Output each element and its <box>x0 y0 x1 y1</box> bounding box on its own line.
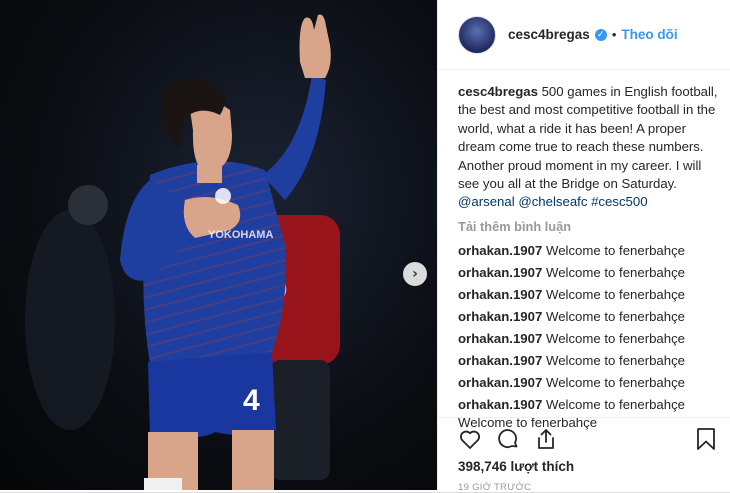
post-photo[interactable]: 5 YOKOHAMA 4 <box>0 0 437 490</box>
heart-icon[interactable] <box>458 427 482 451</box>
comment-author-link[interactable]: orhakan.1907 <box>458 331 542 346</box>
comment-text: Welcome to fenerbahçe <box>545 397 686 413</box>
comments-section: cesc4bregas 500 games in English footbal… <box>458 83 718 432</box>
verified-badge-icon: ✓ <box>594 28 607 41</box>
comment-author-link[interactable]: orhakan.1907 <box>458 287 542 302</box>
follow-button[interactable]: Theo dõi <box>621 27 677 42</box>
comment-list: orhakan.1907 Welcome to fenerbahçe orhak… <box>458 240 718 432</box>
comment-item: orhakan.1907 Welcome to fenerbahçe <box>458 328 718 350</box>
caption-text: 500 games in English football, the best … <box>458 84 718 192</box>
instagram-post: 5 YOKOHAMA 4 <box>0 0 730 493</box>
comment-item: orhakan.1907 Welcome to fenerbahçe <box>458 284 718 306</box>
avatar[interactable] <box>458 15 496 54</box>
comment-text: Welcome to fenerbahçe <box>545 375 686 391</box>
comment-text: Welcome to fenerbahçe <box>545 243 686 259</box>
post-header: cesc4bregas ✓ • Theo dõi <box>438 0 730 70</box>
comment-text: Welcome to fenerbahçe <box>545 265 686 281</box>
comment-text: Welcome to fenerbahçe <box>545 353 686 369</box>
comment-icon[interactable] <box>496 427 520 451</box>
comment-text: Welcome to fenerbahçe <box>545 331 686 347</box>
comment-item: orhakan.1907 Welcome to fenerbahçe <box>458 306 718 328</box>
comment-author-link[interactable]: orhakan.1907 <box>458 375 542 390</box>
next-photo-button[interactable]: › <box>403 262 427 286</box>
chevron-right-icon: › <box>412 266 418 282</box>
comment-author-link[interactable]: orhakan.1907 <box>458 309 542 324</box>
post-timestamp[interactable]: 19 GIỜ TRƯỚC <box>458 482 531 493</box>
like-count[interactable]: 398,746 lượt thích <box>458 459 574 474</box>
comment-author-link[interactable]: orhakan.1907 <box>458 397 542 412</box>
load-more-comments-button[interactable]: Tải thêm bình luận <box>458 218 718 236</box>
comment-author-link[interactable]: orhakan.1907 <box>458 243 542 258</box>
separator-dot: • <box>611 27 617 42</box>
caption-author-link[interactable]: cesc4bregas <box>458 84 538 99</box>
comment-item: orhakan.1907 Welcome to fenerbahçe <box>458 240 718 262</box>
svg-text:YOKOHAMA: YOKOHAMA <box>208 229 273 241</box>
player-illustration: 5 YOKOHAMA 4 <box>25 14 340 490</box>
tag-link[interactable]: @arsenal <box>458 194 515 209</box>
comment-item: orhakan.1907 Welcome to fenerbahçe <box>458 262 718 284</box>
comment-item: orhakan.1907 Welcome to fenerbahçe <box>458 394 718 416</box>
share-icon[interactable] <box>534 427 558 451</box>
hashtag-link[interactable]: #cesc500 <box>591 194 647 209</box>
comment-item: orhakan.1907 Welcome to fenerbahçe <box>458 350 718 372</box>
comment-author-link[interactable]: orhakan.1907 <box>458 265 542 280</box>
comment-author-link[interactable]: orhakan.1907 <box>458 353 542 368</box>
svg-text:4: 4 <box>243 384 260 417</box>
post-caption: cesc4bregas 500 games in English footbal… <box>458 83 718 212</box>
tag-link[interactable]: @chelseafc <box>518 194 587 209</box>
action-icons <box>458 427 558 451</box>
comment-item: orhakan.1907 Welcome to fenerbahçe <box>458 372 718 394</box>
bookmark-icon[interactable] <box>695 427 717 451</box>
username-link[interactable]: cesc4bregas <box>508 27 590 42</box>
comment-text: Welcome to fenerbahçe <box>545 309 686 325</box>
action-bar: 398,746 lượt thích 19 GIỜ TRƯỚC <box>438 417 730 493</box>
comment-text: Welcome to fenerbahçe <box>545 287 686 303</box>
post-sidebar: cesc4bregas ✓ • Theo dõi cesc4bregas 500… <box>437 0 730 493</box>
